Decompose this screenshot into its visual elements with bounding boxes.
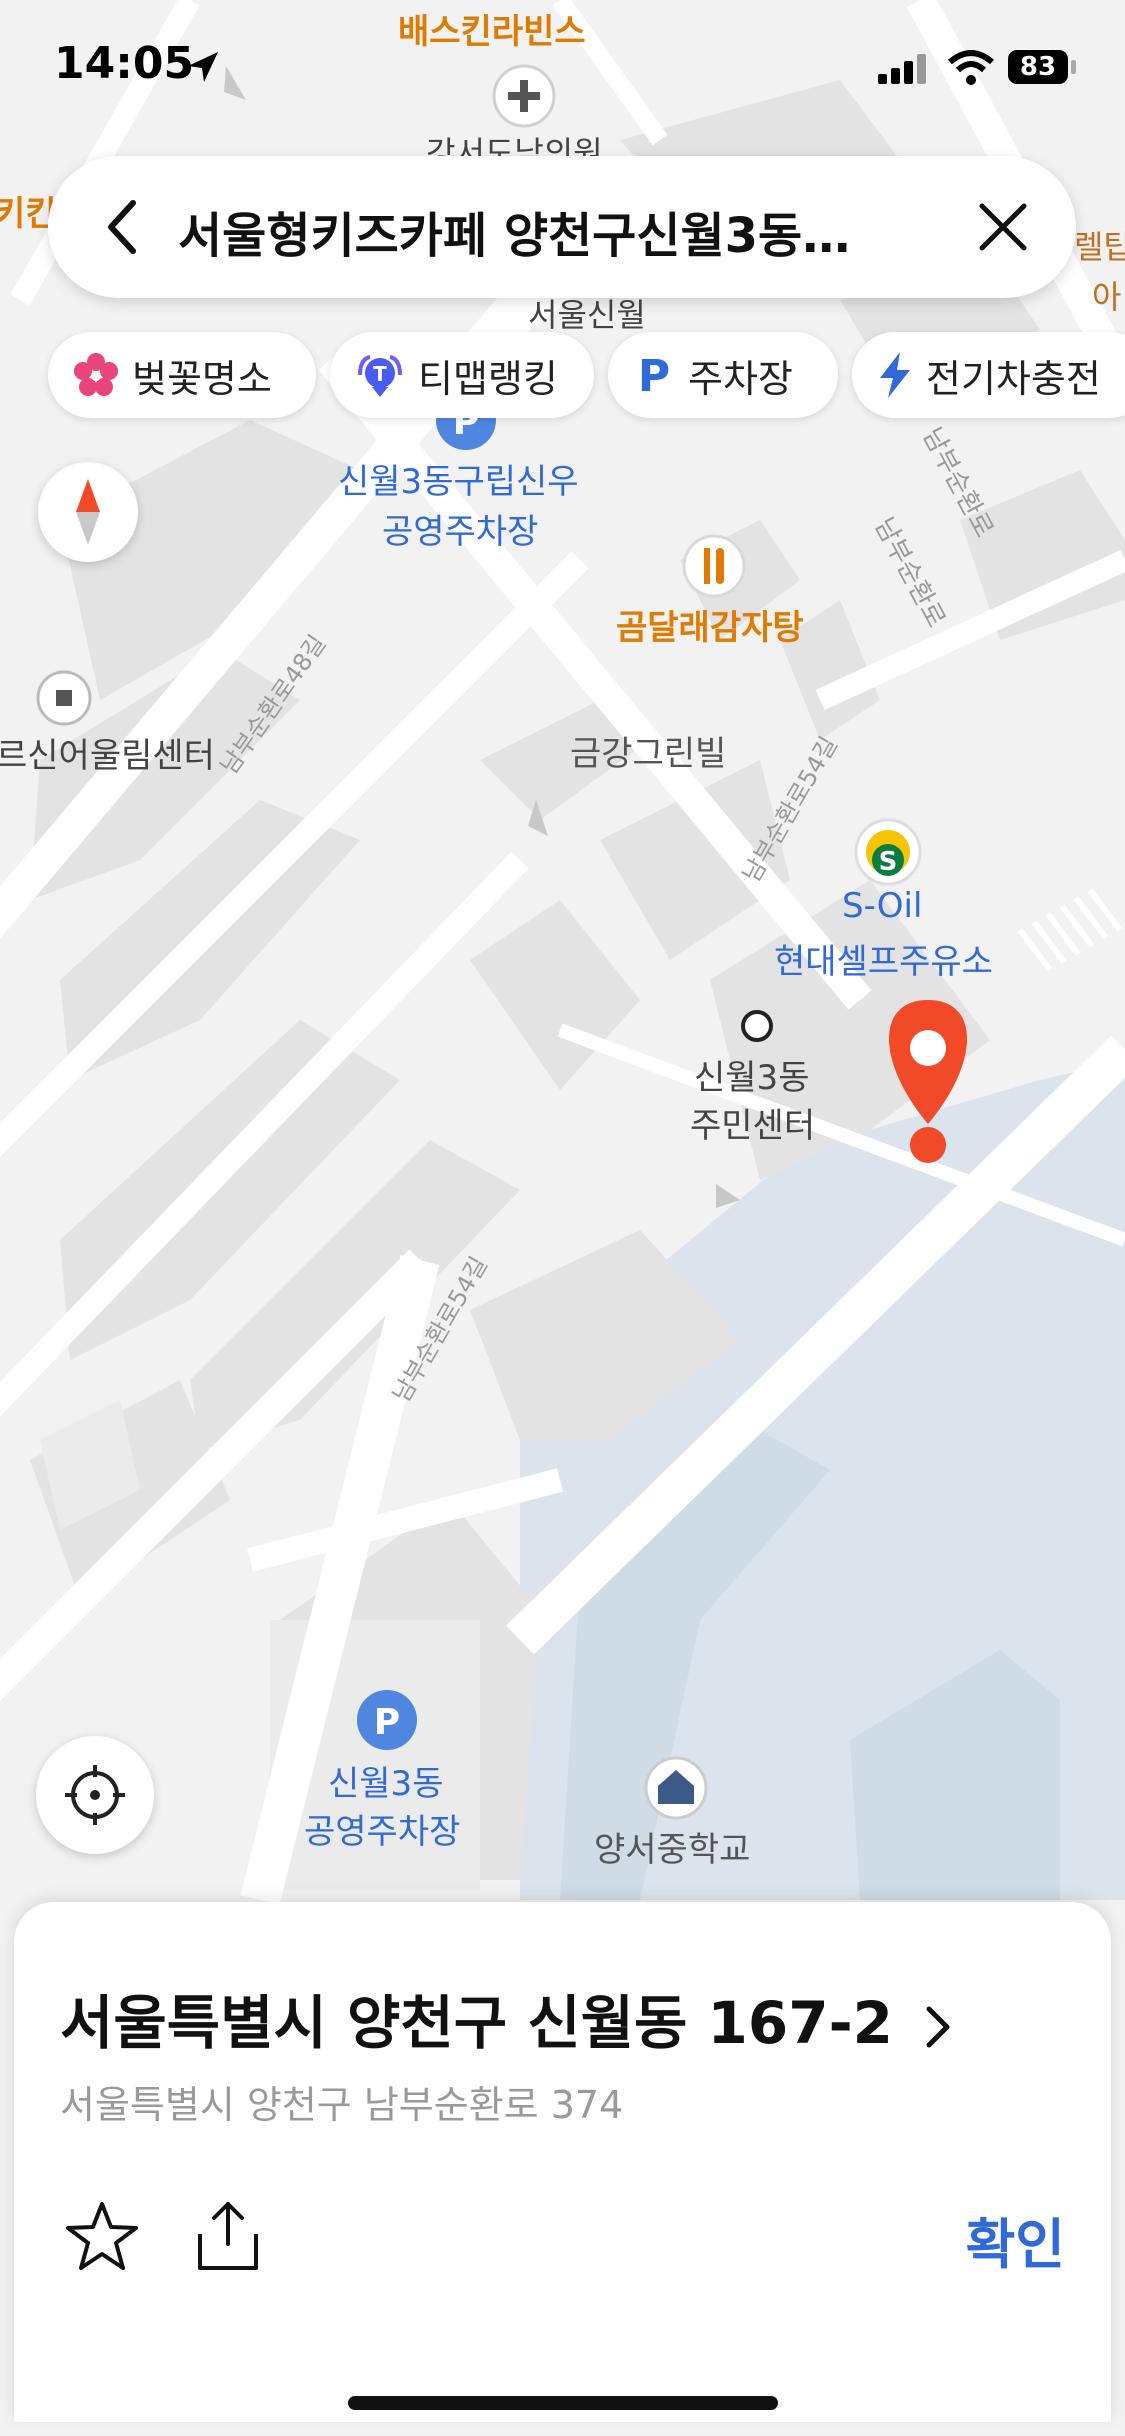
compass-icon (76, 479, 100, 545)
poi-label[interactable]: S-Oil (842, 886, 922, 926)
svg-text:P: P (638, 353, 670, 397)
poi-label[interactable]: 주민센터 (690, 1098, 815, 1147)
home-indicator[interactable] (348, 2396, 778, 2410)
poi-label[interactable]: 신월3동 (694, 1050, 809, 1099)
soil-logo-icon: S (854, 818, 922, 886)
crosshair-icon (65, 1765, 125, 1825)
chip-cherry-blossom[interactable]: 벚꽃명소 (48, 332, 316, 418)
chip-label: 벚꽃명소 (132, 356, 272, 401)
chip-tmap-ranking[interactable]: T 티맵랭킹 (330, 332, 594, 418)
battery-level: 83 (1019, 52, 1057, 82)
tmap-ranking-icon: T (358, 355, 402, 397)
search-query[interactable]: 서울형키즈카페 양천구신월3동… (178, 196, 968, 266)
compass-button[interactable] (38, 462, 138, 562)
close-icon (979, 203, 1027, 251)
poi-label[interactable]: 아 (1092, 272, 1121, 318)
chevron-right-icon (926, 2006, 950, 2048)
chip-label: 전기차충전 (926, 356, 1101, 401)
svg-text:P: P (374, 1702, 400, 1743)
search-bar[interactable]: 서울형키즈카페 양천구신월3동… (48, 156, 1076, 298)
road-address: 서울특별시 양천구 남부순환로 374 (60, 2083, 624, 2127)
parking-marker-icon: P (357, 1690, 417, 1750)
chip-label: 주차장 (688, 356, 793, 401)
share-icon (198, 2202, 258, 2270)
poi-label[interactable]: 신월3동 (328, 1756, 443, 1805)
poi-label[interactable]: 금강그린빌 (570, 726, 726, 775)
location-arrow-icon (188, 52, 218, 82)
star-icon (66, 2202, 138, 2270)
confirm-button[interactable]: 확인 (966, 2200, 1065, 2279)
office-marker-icon (741, 1010, 773, 1042)
clear-search-button[interactable] (968, 192, 1038, 262)
place-address-link[interactable]: 서울특별시 양천구 신월동 167-2 (60, 1976, 953, 2060)
poi-label[interactable]: 현대셀프주유소 (774, 934, 993, 983)
restaurant-marker-icon (682, 534, 746, 598)
chevron-left-icon (108, 200, 136, 254)
address-text: 서울특별시 양천구 신월동 167-2 (60, 1989, 894, 2057)
battery-cap (1071, 60, 1076, 74)
school-marker-icon (644, 1756, 708, 1820)
svg-text:T: T (373, 362, 387, 386)
current-location-button[interactable] (36, 1736, 154, 1854)
favorite-button[interactable] (60, 2194, 144, 2278)
poi-label[interactable]: 공영주차장 (304, 1804, 460, 1853)
back-button[interactable] (88, 192, 158, 262)
poi-label[interactable]: 신월3동구립신우 (338, 454, 579, 503)
place-bottom-sheet: 서울특별시 양천구 신월동 167-2 서울특별시 양천구 남부순환로 374 … (14, 1902, 1111, 2422)
chip-label: 티맵랭킹 (418, 356, 558, 401)
cherry-blossom-icon (74, 353, 118, 396)
wifi-icon (948, 50, 994, 85)
community-marker-icon (36, 670, 92, 726)
svg-text:S: S (879, 847, 898, 877)
share-button[interactable] (186, 2194, 270, 2278)
poi-label[interactable]: 곰달래감자탕 (616, 600, 804, 649)
battery-indicator: 83 (1008, 50, 1068, 84)
status-bar: 14:05 83 (0, 0, 1125, 140)
status-time: 14:05 (54, 38, 195, 89)
parking-icon: P (638, 353, 670, 397)
chip-ev-charging[interactable]: 전기차충전 (852, 332, 1125, 418)
poi-label[interactable]: 양서중학교 (594, 1822, 750, 1871)
poi-label[interactable]: 렐탑 (1074, 222, 1125, 268)
poi-label[interactable]: 공영주차장 (382, 504, 538, 553)
signal-icon (878, 54, 926, 84)
chip-parking[interactable]: P 주차장 (608, 332, 838, 418)
category-chips: 벚꽃명소 T 티맵랭킹 P 주차장 전기차충전 (0, 332, 1125, 422)
poi-label[interactable]: 르신어울림센터 (0, 728, 215, 777)
lightning-icon (880, 352, 910, 398)
